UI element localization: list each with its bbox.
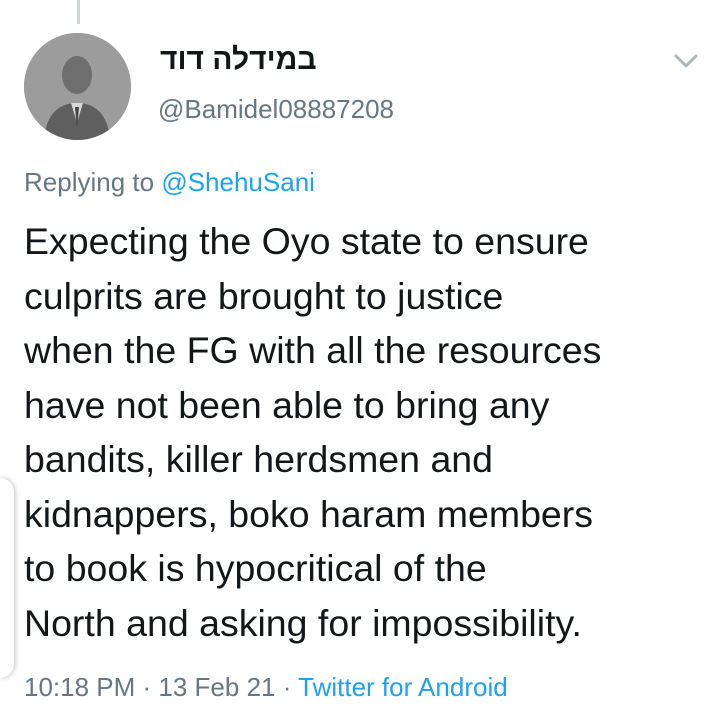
side-panel-edge: [0, 478, 14, 678]
user-handle[interactable]: @Bamidel08887208: [158, 93, 394, 125]
meta-separator: ·: [135, 672, 159, 702]
tweet-date: 13 Feb 21: [158, 672, 276, 702]
chevron-down-icon[interactable]: [673, 50, 699, 72]
thread-connector-line: [77, 0, 80, 24]
tweet-text: Expecting the Oyo state to ensure culpri…: [24, 220, 602, 644]
tweet-time: 10:18 PM: [24, 672, 136, 702]
tweet-source-link[interactable]: Twitter for Android: [298, 672, 508, 702]
tweet-meta: 10:18 PM · 13 Feb 21 · Twitter for Andro…: [24, 671, 508, 703]
meta-separator-2: ·: [275, 672, 299, 702]
reply-mention-link[interactable]: @ShehuSani: [161, 167, 315, 197]
replying-to-label: Replying to: [24, 167, 155, 197]
display-name[interactable]: במידלה דוד: [160, 42, 317, 78]
avatar[interactable]: [24, 33, 131, 140]
avatar-silhouette-icon: [24, 33, 131, 140]
replying-to-line: Replying to @ShehuSani: [24, 166, 315, 198]
